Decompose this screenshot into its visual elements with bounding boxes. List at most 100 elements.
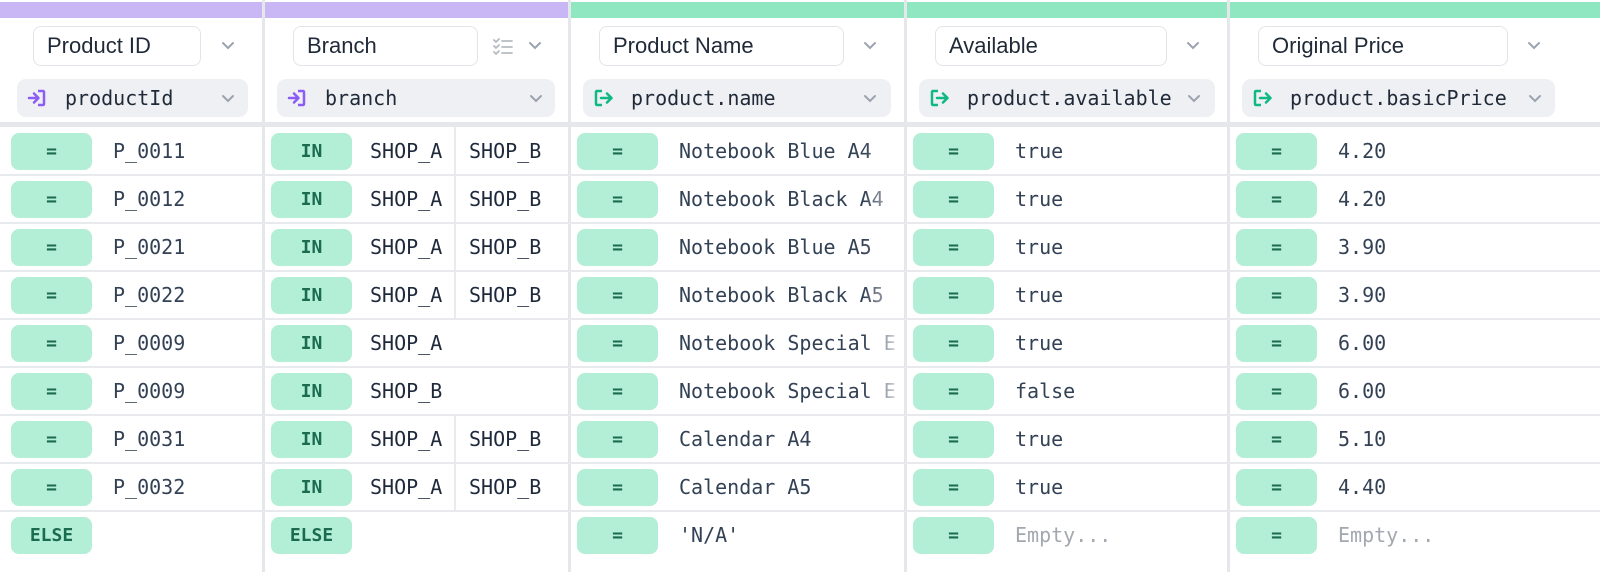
operator-badge[interactable]: = [913,181,994,218]
cell-available[interactable]: = Empty... [907,511,1227,559]
operator-badge[interactable]: = [11,325,92,362]
cell-value[interactable]: 3.90 [1338,271,1538,319]
operator-badge[interactable]: = [577,133,658,170]
cell-product-name[interactable]: = Notebook Black A5 [571,271,904,319]
operator-badge[interactable]: IN [271,421,352,458]
cell-original-price[interactable]: = 3.90 [1230,223,1600,271]
cell-value[interactable]: P_0009 [113,319,253,367]
branch-value[interactable]: SHOP_A [370,463,442,511]
operator-badge[interactable]: ELSE [11,517,92,554]
branch-value[interactable]: SHOP_A [370,415,442,463]
cell-product-id[interactable]: = P_0011 [0,127,262,175]
operator-badge[interactable]: = [1236,133,1317,170]
chevron-down-icon[interactable] [861,36,879,54]
cell-value[interactable]: true [1015,223,1215,271]
cell-available[interactable]: = true [907,127,1227,175]
cell-product-id[interactable]: = P_0022 [0,271,262,319]
output-expression-product-name[interactable]: product.name [583,79,891,117]
operator-badge[interactable]: = [1236,325,1317,362]
operator-badge[interactable]: = [913,277,994,314]
cell-original-price[interactable]: = 4.40 [1230,463,1600,511]
operator-badge[interactable]: = [577,229,658,266]
cell-available[interactable]: = true [907,463,1227,511]
cell-branch[interactable]: IN SHOP_A SHOP_B [265,127,568,175]
operator-badge[interactable]: = [1236,469,1317,506]
branch-value[interactable]: SHOP_B [469,223,541,271]
cell-value[interactable]: P_0032 [113,463,253,511]
cell-value[interactable]: P_0009 [113,367,253,415]
column-title-product-name[interactable]: Product Name [599,26,844,66]
operator-badge[interactable]: = [11,181,92,218]
cell-original-price[interactable]: = 4.20 [1230,127,1600,175]
operator-badge[interactable]: = [577,421,658,458]
output-expression-original-price[interactable]: product.basicPrice [1242,79,1555,117]
operator-badge[interactable]: IN [271,133,352,170]
chevron-down-icon[interactable] [1525,36,1543,54]
cell-value[interactable]: true [1015,463,1215,511]
cell-branch[interactable]: IN SHOP_A SHOP_B [265,271,568,319]
chevron-down-icon[interactable] [861,89,879,107]
column-title-branch[interactable]: Branch [293,26,478,66]
cell-value[interactable]: true [1015,415,1215,463]
operator-badge[interactable]: = [1236,277,1317,314]
cell-product-name[interactable]: = Calendar A5 [571,463,904,511]
cell-available[interactable]: = true [907,271,1227,319]
cell-value[interactable]: Notebook Blue A4 [679,127,897,175]
operator-badge[interactable]: = [11,469,92,506]
cell-value[interactable]: Notebook Special E [679,319,897,367]
cell-branch[interactable]: IN SHOP_A SHOP_B [265,415,568,463]
output-expression-available[interactable]: product.available [919,79,1215,117]
branch-value[interactable]: SHOP_A [370,319,442,367]
empty-placeholder[interactable]: Empty... [1015,511,1215,559]
cell-value[interactable]: false [1015,367,1215,415]
chevron-down-icon[interactable] [526,36,544,54]
operator-badge[interactable]: IN [271,373,352,410]
cell-branch[interactable]: IN SHOP_B [265,367,568,415]
cell-product-name[interactable]: = Notebook Special E [571,319,904,367]
cell-value[interactable]: P_0011 [113,127,253,175]
operator-badge[interactable]: = [11,133,92,170]
operator-badge[interactable]: = [11,421,92,458]
operator-badge[interactable]: = [1236,373,1317,410]
chevron-down-icon[interactable] [219,36,237,54]
operator-badge[interactable]: = [577,277,658,314]
cell-branch[interactable]: ELSE [265,511,568,559]
cell-value[interactable]: P_0021 [113,223,253,271]
operator-badge[interactable]: IN [271,277,352,314]
operator-badge[interactable]: = [577,373,658,410]
cell-original-price[interactable]: = 6.00 [1230,319,1600,367]
input-expression-branch[interactable]: branch [277,79,555,117]
cell-value[interactable]: true [1015,175,1215,223]
cell-value[interactable]: Calendar A5 [679,463,897,511]
operator-badge[interactable]: = [1236,229,1317,266]
cell-value[interactable]: true [1015,319,1215,367]
branch-value[interactable]: SHOP_B [469,175,541,223]
cell-value[interactable]: P_0012 [113,175,253,223]
branch-value[interactable]: SHOP_B [370,367,442,415]
cell-value[interactable]: Notebook Black A4 [679,175,897,223]
operator-badge[interactable]: = [577,469,658,506]
chevron-down-icon[interactable] [527,89,545,107]
cell-available[interactable]: = true [907,319,1227,367]
branch-value[interactable]: SHOP_A [370,175,442,223]
branch-value[interactable]: SHOP_B [469,127,541,175]
cell-value[interactable]: 4.40 [1338,463,1538,511]
operator-badge[interactable]: = [1236,181,1317,218]
operator-badge[interactable]: = [577,517,658,554]
operator-badge[interactable]: = [913,373,994,410]
operator-badge[interactable]: = [11,277,92,314]
cell-available[interactable]: = true [907,415,1227,463]
cell-original-price[interactable]: = 4.20 [1230,175,1600,223]
cell-original-price[interactable]: = 6.00 [1230,367,1600,415]
operator-badge[interactable]: = [577,325,658,362]
cell-available[interactable]: = true [907,175,1227,223]
operator-badge[interactable]: IN [271,325,352,362]
operator-badge[interactable]: = [913,133,994,170]
cell-product-id[interactable]: = P_0031 [0,415,262,463]
cell-value[interactable]: 3.90 [1338,223,1538,271]
cell-available[interactable]: = false [907,367,1227,415]
cell-product-id[interactable]: = P_0021 [0,223,262,271]
cell-value[interactable]: Notebook Blue A5 [679,223,897,271]
chevron-down-icon[interactable] [1184,36,1202,54]
cell-branch[interactable]: IN SHOP_A SHOP_B [265,223,568,271]
